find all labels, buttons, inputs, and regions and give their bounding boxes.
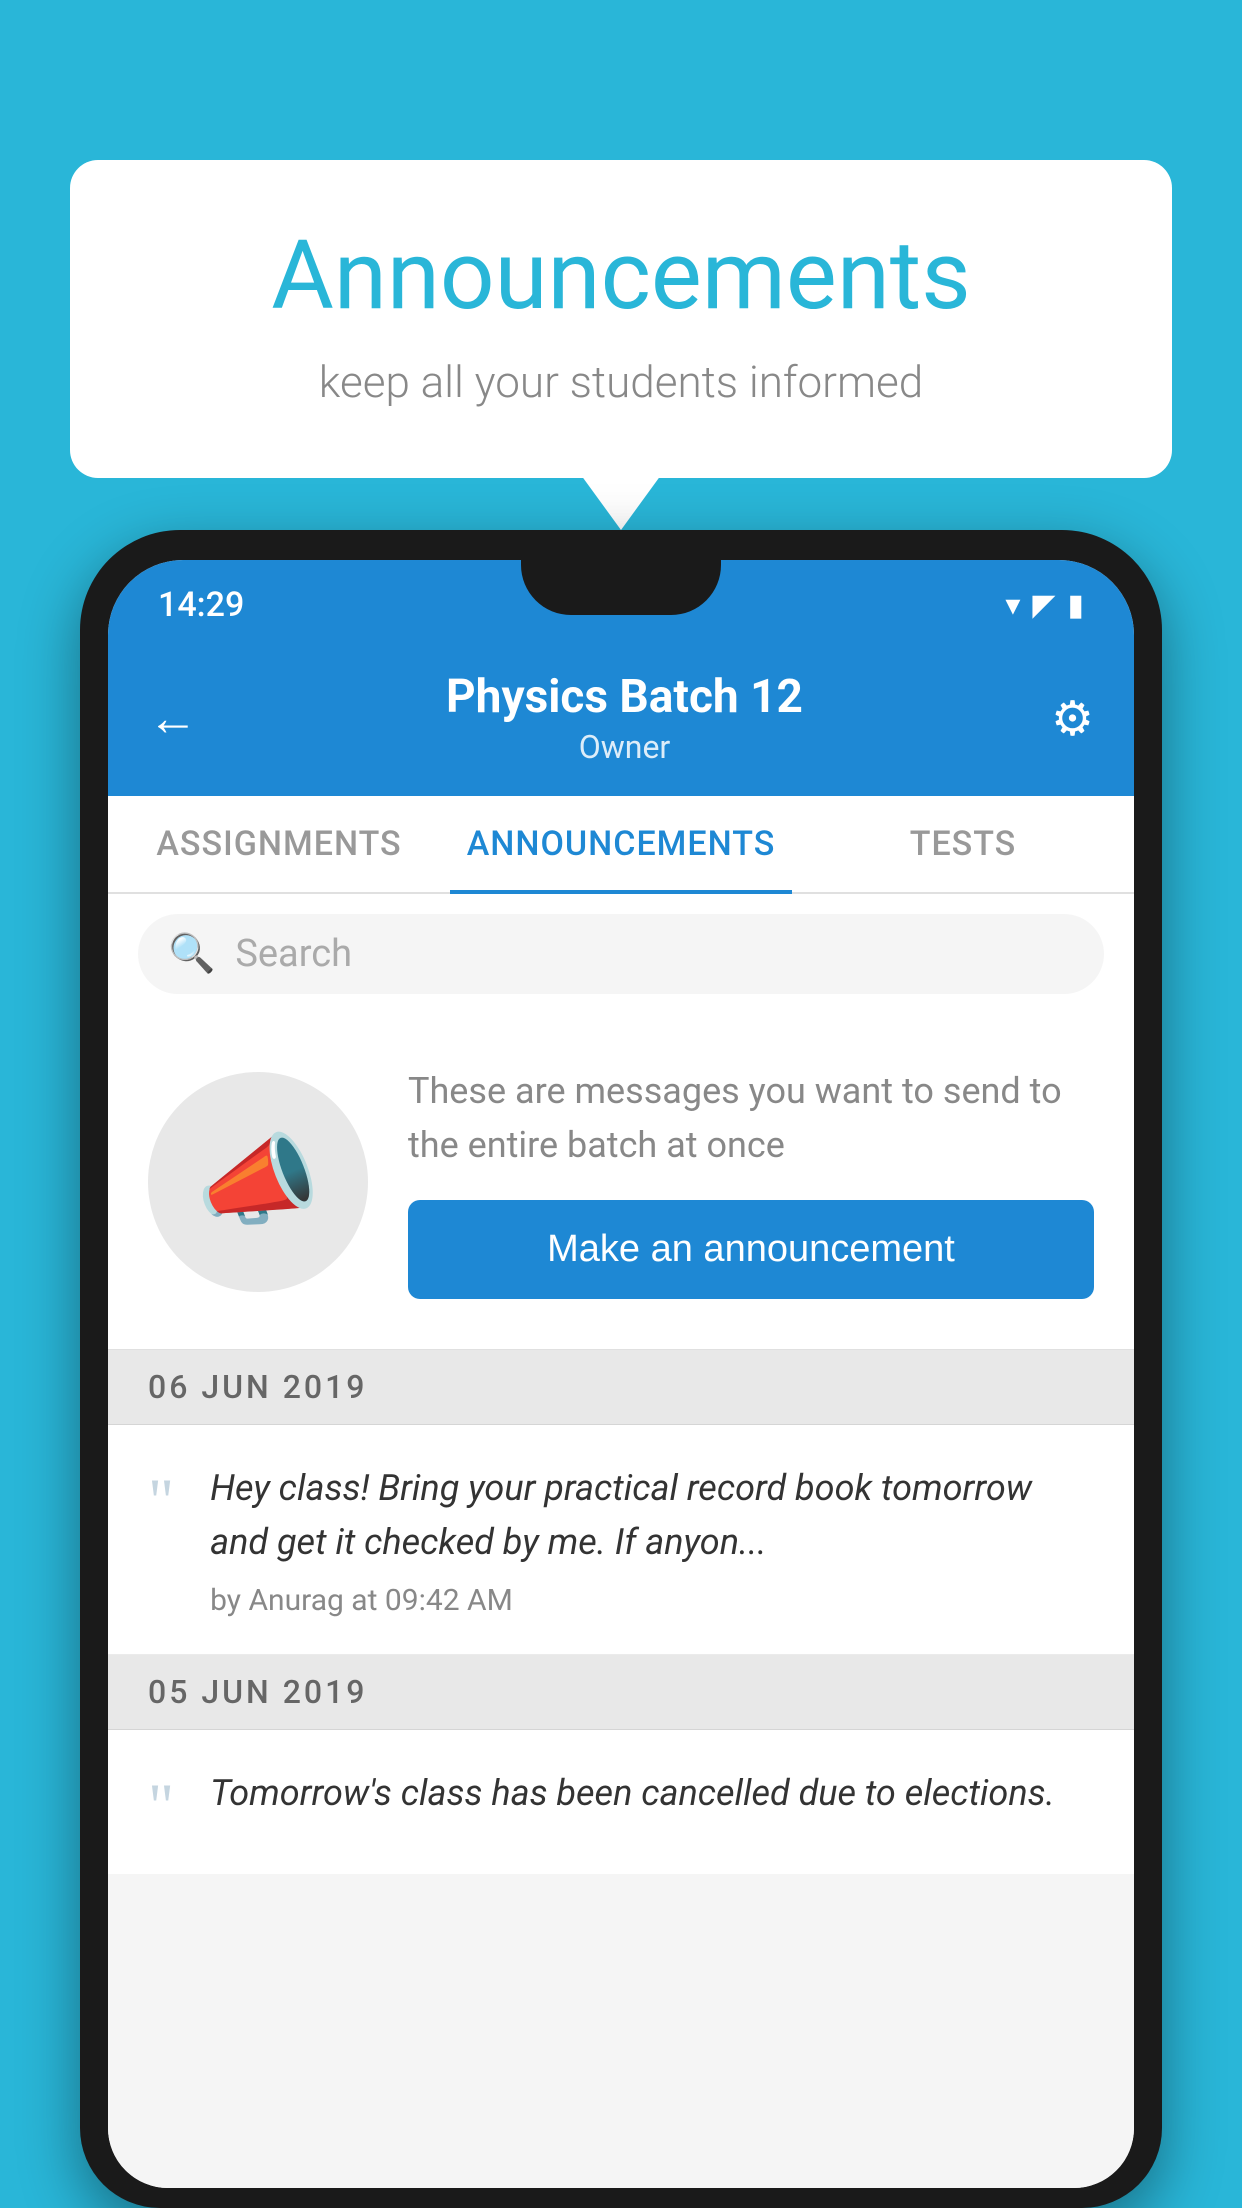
phone-frame: 14:29 ▾ ◤ ▮ ← Physics Batch 12 Owner ⚙ A… bbox=[80, 530, 1162, 2208]
tab-bar: ASSIGNMENTS ANNOUNCEMENTS TESTS bbox=[108, 796, 1134, 894]
empty-state-description: These are messages you want to send to t… bbox=[408, 1064, 1094, 1172]
bubble-title: Announcements bbox=[150, 220, 1092, 332]
quote-icon-2: " bbox=[148, 1774, 174, 1838]
status-bar: 14:29 ▾ ◤ ▮ bbox=[108, 560, 1134, 650]
header-center: Physics Batch 12 Owner bbox=[446, 670, 803, 766]
app-header: ← Physics Batch 12 Owner ⚙ bbox=[108, 650, 1134, 796]
status-time: 14:29 bbox=[158, 585, 244, 625]
tab-announcements[interactable]: ANNOUNCEMENTS bbox=[450, 796, 792, 892]
megaphone-icon: 📣 bbox=[196, 1123, 321, 1240]
search-placeholder: Search bbox=[235, 932, 352, 976]
status-icons: ▾ ◤ ▮ bbox=[1005, 588, 1084, 623]
back-button[interactable]: ← bbox=[148, 689, 198, 748]
date-separator-1: 06 JUN 2019 bbox=[108, 1350, 1134, 1425]
content-area: 🔍 Search 📣 These are messages you want t… bbox=[108, 894, 1134, 2188]
wifi-icon: ▾ bbox=[1005, 588, 1020, 623]
announcement-meta-1: by Anurag at 09:42 AM bbox=[210, 1583, 1094, 1618]
megaphone-circle: 📣 bbox=[148, 1072, 368, 1292]
intro-section: Announcements keep all your students inf… bbox=[70, 160, 1172, 478]
tab-tests[interactable]: TESTS bbox=[792, 796, 1134, 892]
quote-icon-1: " bbox=[148, 1469, 174, 1533]
empty-state: 📣 These are messages you want to send to… bbox=[108, 1014, 1134, 1350]
header-subtitle: Owner bbox=[446, 728, 803, 766]
signal-icon: ◤ bbox=[1032, 588, 1055, 623]
search-icon: 🔍 bbox=[168, 932, 215, 976]
announcement-content-1: Hey class! Bring your practical record b… bbox=[210, 1461, 1094, 1618]
phone-screen: 14:29 ▾ ◤ ▮ ← Physics Batch 12 Owner ⚙ A… bbox=[108, 560, 1134, 2188]
announcement-item-1[interactable]: " Hey class! Bring your practical record… bbox=[108, 1425, 1134, 1655]
search-container: 🔍 Search bbox=[108, 894, 1134, 1014]
settings-button[interactable]: ⚙ bbox=[1051, 690, 1094, 747]
header-title: Physics Batch 12 bbox=[446, 670, 803, 724]
search-bar[interactable]: 🔍 Search bbox=[138, 914, 1104, 994]
tab-assignments[interactable]: ASSIGNMENTS bbox=[108, 796, 450, 892]
announcement-text-2: Tomorrow's class has been cancelled due … bbox=[210, 1766, 1094, 1820]
speech-bubble: Announcements keep all your students inf… bbox=[70, 160, 1172, 478]
empty-state-content: These are messages you want to send to t… bbox=[408, 1064, 1094, 1299]
announcement-item-2[interactable]: " Tomorrow's class has been cancelled du… bbox=[108, 1730, 1134, 1874]
make-announcement-button[interactable]: Make an announcement bbox=[408, 1200, 1094, 1299]
announcement-content-2: Tomorrow's class has been cancelled due … bbox=[210, 1766, 1094, 1834]
date-separator-2: 05 JUN 2019 bbox=[108, 1655, 1134, 1730]
bubble-subtitle: keep all your students informed bbox=[150, 356, 1092, 408]
battery-icon: ▮ bbox=[1067, 588, 1084, 623]
announcement-text-1: Hey class! Bring your practical record b… bbox=[210, 1461, 1094, 1569]
